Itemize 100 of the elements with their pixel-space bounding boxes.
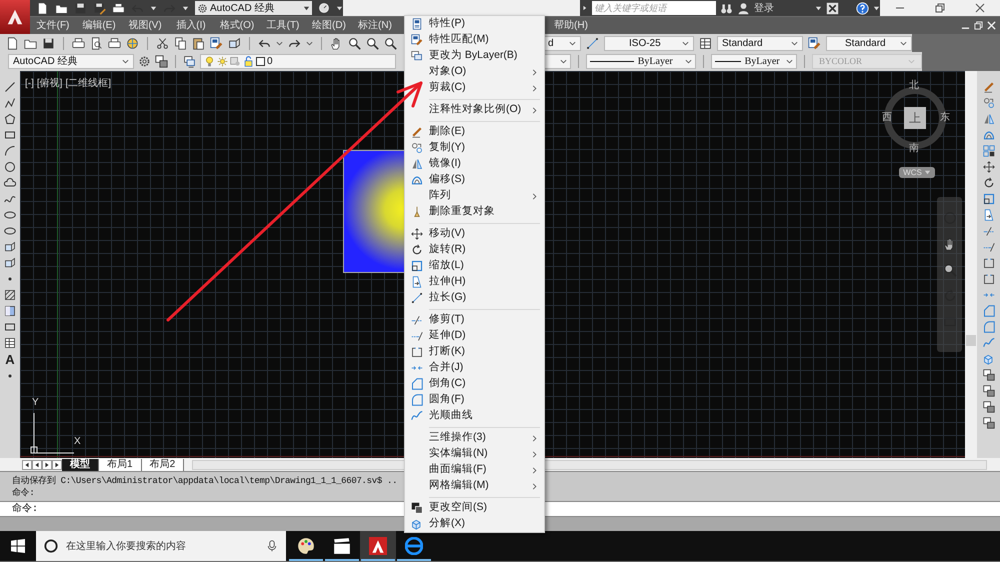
context-menu-item[interactable]: 移动(V) — [405, 226, 544, 242]
extend-lines-icon[interactable] — [982, 241, 994, 253]
context-menu-item[interactable]: 复制(Y) — [405, 140, 544, 156]
context-menu-item[interactable]: 倒角(C) — [405, 376, 544, 392]
context-menu-item[interactable]: 拉伸(H) — [405, 274, 544, 290]
circular-arrow-icon[interactable] — [982, 177, 994, 189]
help-icon[interactable] — [856, 2, 869, 14]
menu-bar-item[interactable]: 工具(T) — [260, 18, 306, 33]
visual-style-label[interactable]: [二维线框] — [65, 76, 112, 91]
text-tool[interactable]: A — [5, 353, 15, 366]
printer-icon[interactable] — [112, 2, 125, 14]
settings-icon[interactable] — [138, 55, 151, 68]
tab-scroll-arrow-icon[interactable] — [22, 460, 32, 470]
spline-icon[interactable] — [4, 193, 16, 205]
context-menu-item[interactable]: 特性匹配(M) — [405, 32, 544, 48]
context-menu-item[interactable]: 偏移(S) — [405, 172, 544, 188]
close-icon[interactable] — [975, 3, 985, 13]
block-icon[interactable] — [228, 36, 241, 50]
context-menu-item[interactable]: 特性(P) — [405, 16, 544, 32]
compass-east-label[interactable]: 东 — [940, 113, 950, 123]
menu-bar-item[interactable]: 视图(V) — [122, 18, 168, 33]
trim-lines-icon[interactable] — [982, 225, 994, 237]
context-menu-item[interactable]: 圆角(F) — [405, 392, 544, 408]
menu-bar-item[interactable]: 格式(O) — [214, 18, 260, 33]
tab-scroll-arrow-icon[interactable] — [32, 460, 42, 470]
context-menu-item[interactable]: 删除(E) — [405, 124, 544, 140]
fillet-corner-icon[interactable] — [982, 321, 994, 333]
pentagon-icon[interactable] — [4, 113, 16, 125]
binoculars-icon[interactable] — [720, 2, 734, 14]
compass-west-label[interactable]: 西 — [882, 113, 892, 123]
context-menu-item[interactable]: 更改空间(S) — [405, 500, 544, 516]
cubes-icon[interactable] — [982, 353, 994, 365]
layered-squares-icon[interactable] — [982, 385, 994, 397]
hatch-icon[interactable] — [4, 289, 16, 301]
restore-icon[interactable] — [935, 3, 945, 13]
lineweight-dropdown[interactable]: ByLayer — [710, 54, 797, 69]
eraser-pencil-icon[interactable] — [982, 81, 994, 93]
app-menu-button[interactable] — [0, 0, 30, 34]
context-menu-item[interactable]: 注释性对象比例(O) — [405, 102, 544, 118]
layout-tab[interactable]: 布局1 — [99, 458, 142, 470]
restore-icon[interactable] — [974, 21, 983, 30]
layered-squares-icon[interactable] — [982, 417, 994, 429]
layered-squares-icon[interactable] — [982, 401, 994, 413]
rectangle-icon[interactable] — [4, 129, 16, 141]
grid-squares-icon[interactable] — [982, 145, 994, 157]
wavy-curve-icon[interactable] — [982, 337, 994, 349]
circle-icon[interactable] — [318, 2, 330, 14]
context-menu-item[interactable]: 合并(J) — [405, 360, 544, 376]
layer-sheets-icon[interactable] — [183, 55, 196, 68]
context-menu-item[interactable]: 剪裁(C) — [405, 80, 544, 96]
page-icon[interactable] — [36, 2, 49, 14]
windows-start-icon[interactable] — [11, 539, 25, 553]
workspace-dropdown[interactable]: AutoCAD 经典 — [8, 54, 134, 69]
context-menu-item[interactable]: 延伸(D) — [405, 328, 544, 344]
layered-squares-icon[interactable] — [155, 55, 168, 68]
vertical-scrollbar[interactable] — [965, 71, 977, 458]
context-menu-item[interactable]: 实体编辑(N) — [405, 446, 544, 462]
copy-objects-icon[interactable] — [982, 97, 994, 109]
context-menu-item[interactable]: 打断(K) — [405, 344, 544, 360]
magnifier-icon[interactable] — [942, 263, 956, 277]
menu-bar-item[interactable]: 帮助(H) — [548, 18, 594, 33]
text-style-dropdown[interactable]: d — [543, 36, 581, 50]
break-rectangle-icon[interactable] — [982, 273, 994, 285]
menu-bar-item[interactable]: 绘图(D) — [306, 18, 352, 33]
user-icon[interactable] — [737, 2, 750, 14]
line-icon[interactable] — [4, 81, 16, 93]
magnifier-icon[interactable] — [348, 36, 361, 50]
context-menu-item[interactable]: 网格编辑(M) — [405, 478, 544, 494]
menu-bar-item[interactable]: 编辑(E) — [76, 18, 122, 33]
gradient-square-icon[interactable] — [4, 305, 16, 317]
chamfer-corner-icon[interactable] — [982, 305, 994, 317]
dimension-style-dropdown[interactable]: ISO-25 — [604, 36, 694, 50]
page-icon[interactable] — [6, 36, 19, 50]
compass-south-label[interactable]: 南 — [909, 144, 919, 154]
stretch-page-icon[interactable] — [982, 209, 994, 221]
table-icon[interactable] — [699, 36, 712, 50]
layout-tab[interactable]: 布局2 — [142, 458, 184, 470]
menu-bar-item[interactable]: 标注(N) — [352, 18, 398, 33]
context-menu-item[interactable]: 三维操作(3) — [405, 430, 544, 446]
context-menu-item[interactable]: 旋转(R) — [405, 242, 544, 258]
x-square-icon[interactable] — [826, 2, 839, 14]
table-icon[interactable] — [4, 337, 16, 349]
menu-bar-item[interactable]: 插入(I) — [168, 18, 214, 33]
context-menu-item[interactable]: 更改为 ByLayer(B) — [405, 48, 544, 64]
rectangle-icon[interactable] — [4, 321, 16, 333]
taskbar-app[interactable] — [360, 531, 396, 561]
viewcube-face[interactable]: 上 — [904, 107, 926, 129]
context-menu-item[interactable]: 光顺曲线 — [405, 408, 544, 424]
tab-scroll-arrow-icon[interactable] — [42, 460, 52, 470]
context-menu-item[interactable]: 阵列 — [405, 188, 544, 204]
break-rectangle-icon[interactable] — [982, 257, 994, 269]
ellipse-icon[interactable] — [4, 225, 16, 237]
context-menu-item[interactable]: 拉长(G) — [405, 290, 544, 306]
sphere-icon[interactable] — [126, 36, 139, 50]
table-style-dropdown[interactable]: Standard — [717, 36, 803, 50]
view-label[interactable]: [俯视] — [36, 76, 62, 91]
layer-dropdown[interactable]: 0 — [200, 54, 396, 69]
layered-squares-icon[interactable] — [982, 369, 994, 381]
cloud-icon[interactable] — [4, 177, 16, 189]
expand-arrow-icon[interactable] — [582, 5, 588, 11]
